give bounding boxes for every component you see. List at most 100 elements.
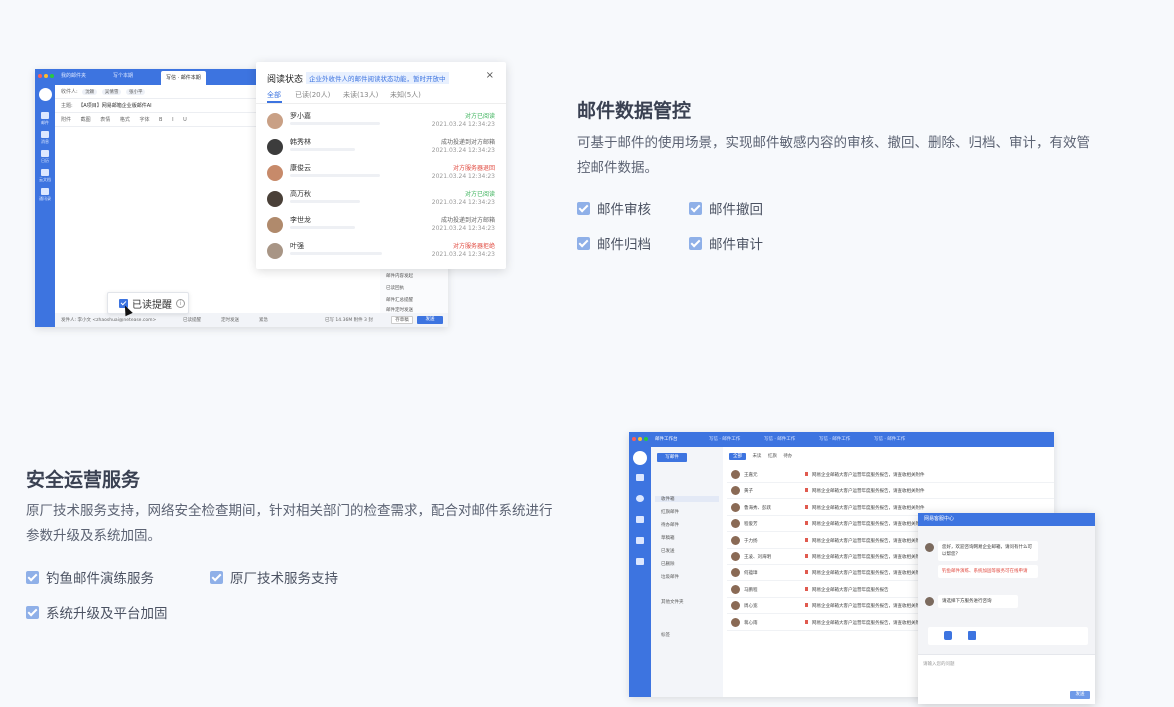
send-button[interactable]: 发送: [417, 316, 443, 324]
nav-todo[interactable]: 待办邮件: [661, 522, 679, 528]
sidebar-item-calendar[interactable]: 日历: [37, 158, 53, 164]
nav-spam[interactable]: 垃圾邮件: [661, 574, 679, 580]
option-read-reminder[interactable]: 已读提醒: [183, 317, 201, 323]
toolbar-emoji[interactable]: 表情: [100, 117, 110, 123]
toolbar-screenshot[interactable]: 截图: [81, 117, 91, 123]
contacts-icon[interactable]: [41, 188, 49, 195]
toolbar-italic[interactable]: I: [172, 117, 173, 123]
nav-flagged[interactable]: 红旗邮件: [661, 509, 679, 515]
tab-compose[interactable]: 写信 · 邮件工作: [874, 436, 905, 442]
nav-tags[interactable]: 标签: [661, 632, 670, 638]
tab-all[interactable]: 全部: [267, 90, 281, 100]
option-item[interactable]: 邮件内容发起: [386, 273, 413, 279]
service-card[interactable]: [928, 627, 1088, 645]
option-item[interactable]: 已读回执: [386, 285, 404, 291]
chat-input[interactable]: 请输入您的问题 发送: [918, 654, 1095, 704]
tab-workbench[interactable]: 邮件工作台: [655, 436, 678, 442]
recipient-chip[interactable]: 沈颖: [82, 89, 98, 95]
calendar-icon[interactable]: [636, 516, 644, 523]
check-mail-archive: 邮件归档: [577, 233, 651, 253]
compose-footer: 发件人: 李小文 <zhaoshuai@netease.com> 已读提醒 定时…: [55, 313, 448, 327]
toolbar-underline[interactable]: U: [183, 117, 187, 123]
toolbar-font[interactable]: 字体: [139, 117, 149, 123]
flag-icon[interactable]: [805, 554, 808, 558]
toolbar-format[interactable]: 格式: [120, 117, 130, 123]
recipient-name: 罗小嘉: [290, 112, 311, 120]
message-icon[interactable]: [41, 131, 49, 138]
tab-write[interactable]: 写个本期: [113, 72, 133, 79]
flag-icon[interactable]: [805, 537, 808, 542]
option-item[interactable]: 邮件汇总提醒: [386, 297, 413, 303]
flag-icon[interactable]: [805, 521, 808, 526]
sidebar-item-cloud-doc[interactable]: 云文档: [37, 177, 53, 183]
sender-label[interactable]: 发件人: 李小文 <zhaoshuai@netease.com>: [61, 317, 156, 323]
flag-icon[interactable]: [805, 472, 808, 476]
nav-deleted[interactable]: 已删除: [661, 561, 675, 567]
read-status-row: 罗小嘉 对方已阅读 2021.03.24 12:34:23: [267, 109, 495, 135]
recipient-name: 韩秀林: [290, 138, 311, 146]
thumbs-up-icon[interactable]: [944, 631, 952, 640]
filter-todo[interactable]: 待办: [783, 454, 792, 459]
write-mail-button[interactable]: 写邮件: [657, 453, 687, 462]
sidebar-item-message[interactable]: 消息: [37, 139, 53, 145]
sender-name: 于力扬: [744, 538, 758, 544]
flag-icon[interactable]: [805, 619, 808, 624]
option-urgent[interactable]: 紧急: [259, 317, 268, 323]
tab-compose[interactable]: 写信 · 邮件工作: [764, 436, 795, 442]
nav-other-folders[interactable]: 其他文件夹: [661, 599, 684, 605]
read-reminder-checkbox[interactable]: 已读提醒 i: [107, 292, 189, 314]
save-draft-button[interactable]: 存草稿: [391, 316, 413, 324]
mail-icon[interactable]: [41, 112, 49, 119]
avatar: [267, 243, 283, 259]
calendar-icon[interactable]: [41, 150, 49, 157]
option-scheduled-send[interactable]: 定时发送: [221, 317, 239, 323]
tab-compose[interactable]: 写信 · 邮件工作: [709, 436, 740, 442]
toolbar-attach[interactable]: 附件: [61, 117, 71, 123]
flag-icon[interactable]: [805, 570, 808, 575]
avatar: [731, 502, 740, 512]
sender-name: 马鹏程: [744, 587, 758, 593]
toolbar-bold[interactable]: B: [159, 117, 162, 123]
recipient-chip[interactable]: 张小平: [125, 89, 146, 95]
cloud-doc-icon[interactable]: [41, 169, 49, 176]
filter-unread[interactable]: 未读: [752, 454, 761, 459]
tab-compose[interactable]: 写信 · 邮件工作: [819, 436, 850, 442]
flag-icon[interactable]: [805, 603, 808, 608]
tab-read[interactable]: 已读(20人): [295, 90, 330, 100]
tab-unread[interactable]: 未读(13人): [343, 90, 378, 100]
tab-unknown[interactable]: 未知(5人): [390, 90, 421, 100]
agent-avatar: [925, 597, 934, 606]
chat-title: 网易客服中心: [918, 513, 1095, 526]
flag-icon[interactable]: [805, 488, 808, 493]
sidebar-item-mail[interactable]: 邮件: [37, 120, 53, 126]
contacts-icon[interactable]: [636, 558, 644, 565]
filter-flagged[interactable]: 红旗: [768, 454, 777, 459]
message-icon[interactable]: [636, 495, 644, 502]
nav-sent[interactable]: 已发送: [661, 548, 675, 554]
flag-icon[interactable]: [805, 586, 808, 591]
cloud-doc-icon[interactable]: [636, 537, 644, 544]
list-filter-bar: 全部 未读 红旗 待办: [729, 453, 792, 460]
status-time: 2021.03.24 12:34:23: [431, 199, 495, 206]
flag-icon[interactable]: [805, 504, 808, 509]
chat-message: 请选择下方服务进行咨询: [938, 595, 1018, 608]
nav-inbox[interactable]: 收件箱: [655, 496, 719, 502]
subject-row[interactable]: 主题: 【A项目】网易邮箱企业版邮件AI: [61, 102, 152, 109]
info-icon[interactable]: i: [176, 298, 185, 308]
recipient-row[interactable]: 收件人: 沈颖 吴倩雪 张小平: [61, 88, 146, 95]
chat-send-button[interactable]: 发送: [1070, 691, 1090, 699]
close-icon[interactable]: ×: [486, 70, 494, 81]
sidebar-item-contacts[interactable]: 通讯录: [37, 196, 53, 202]
bookmark-icon[interactable]: [968, 631, 976, 640]
avatar: [731, 470, 740, 479]
nav-drafts[interactable]: 草稿箱: [661, 535, 675, 541]
recipient-chip[interactable]: 吴倩雪: [101, 89, 122, 95]
filter-all[interactable]: 全部: [729, 453, 746, 460]
delivery-status: 成功投递到对方邮箱: [440, 139, 495, 146]
mail-row[interactable]: 王嘉元 网易企业邮箱大客户运营年度服务报告，请查收相关附件: [727, 467, 1054, 483]
mail-row[interactable]: 黄子 网易企业邮箱大客户运营年度服务报告，请查收相关附件: [727, 483, 1054, 500]
mail-icon[interactable]: [636, 474, 644, 481]
subject-input[interactable]: 【A项目】网易邮箱企业版邮件AI: [78, 103, 151, 109]
tab-compose-active[interactable]: 写信 · 邮件本期: [161, 71, 206, 85]
tab-mailbox[interactable]: 我的邮件夹: [61, 72, 86, 79]
